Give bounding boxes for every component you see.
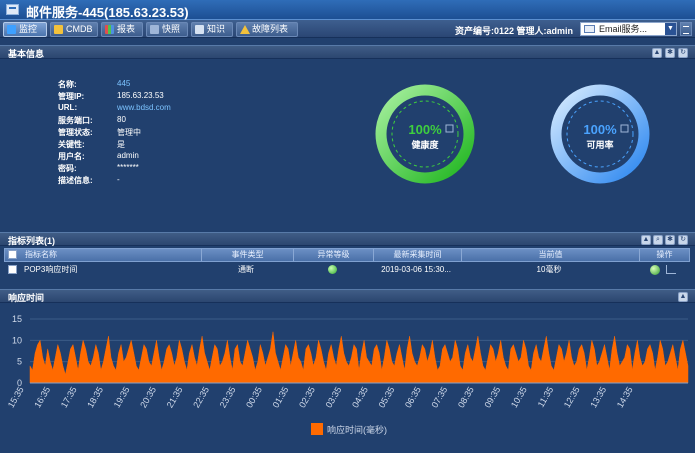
x-tick-label: 15:35 [6,385,26,410]
x-tick-label: 13:35 [588,385,608,410]
tab-cmdb[interactable]: CMDB [50,22,98,37]
row-checkbox[interactable] [8,265,17,274]
severity-cell [292,263,372,277]
tab-knowledge[interactable]: 知识 [191,22,233,37]
tab-fault-list[interactable]: 故障列表 [236,22,298,37]
select-all-checkbox[interactable] [8,250,17,259]
x-tick-label: 18:35 [85,385,105,410]
x-tick-label: 01:35 [271,385,291,410]
x-tick-label: 06:35 [403,385,423,410]
x-axis: 15:35 16:35 17:35 18:35 19:35 20:35 21:35 22:35… [6,382,688,410]
menu-icon[interactable] [680,22,692,36]
y-axis: 051015 [12,314,22,388]
toolbar: 监控 CMDB 报表 快照 知识 故障列表 资产编号:0122 管理人:admi… [0,20,695,38]
severity-ok-icon [327,265,337,275]
col-header-event-type[interactable]: 事件类型 [201,249,293,261]
col-header-value[interactable]: 当前值 [461,249,639,261]
x-tick-label: 05:35 [377,385,397,410]
service-select[interactable]: Email服务... ▼ [580,22,677,36]
series-area [29,331,689,384]
metric-value: 10毫秒 [536,265,562,274]
x-tick-label: 04:35 [350,385,370,410]
collapse-icon[interactable]: ▲ [652,48,662,58]
window-icon [6,4,19,15]
legend[interactable]: 响应时间(毫秒) [311,423,387,435]
status-icon[interactable] [650,264,661,275]
table-header-row: 指标名称 事件类型 异常等级 最新采集时间 当前值 操作 [4,248,690,262]
col-header-name[interactable]: 指标名称 [21,249,201,261]
legend-swatch[interactable] [311,423,323,435]
snapshot-icon [150,25,159,34]
x-tick-label: 08:35 [456,385,476,410]
x-tick-label: 19:35 [112,385,132,410]
x-tick-label: 11:35 [536,385,556,409]
tab-snapshot[interactable]: 快照 [146,22,188,37]
x-tick-label: 16:35 [32,385,52,410]
y-tick-label: 5 [17,357,22,367]
mail-icon [584,25,595,33]
collapse-icon[interactable]: ▲ [641,235,651,245]
trend-chart-icon[interactable] [665,265,676,275]
health-gauge: 100% 健康度 [375,84,475,184]
basic-info-header: 基本信息 ▲ ✱ ↻ [0,45,695,59]
x-tick-label: 02:35 [297,385,317,410]
health-gauge-value: 100% [408,122,442,137]
response-time-header: 响应时间 ▲ [0,289,695,303]
col-header-actions: 操作 [639,249,689,261]
availability-gauge: 100% 可用率 [550,84,650,184]
table-row[interactable]: POP3响应时间 通断 2019-03-06 15:30... 10毫秒 [4,263,690,277]
x-tick-label: 03:35 [324,385,344,410]
chevron-down-icon[interactable]: ▼ [665,23,676,35]
response-time-title: 响应时间 [8,293,45,303]
search-icon[interactable]: ⌕ [653,235,663,245]
service-select-value: Email服务... [599,24,648,34]
report-icon [105,25,114,34]
cmdb-icon [54,25,63,34]
chart-small-icon[interactable] [445,124,454,133]
x-tick-label: 07:35 [429,385,449,410]
health-gauge-label: 健康度 [411,139,439,150]
response-time-panel: 0 5 10 15 15:35 16:35 17:35 18:35 19:35 20:35 21:… [0,304,695,453]
legend-label[interactable]: 响应时间(毫秒) [327,424,387,435]
settings-icon[interactable]: ✱ [665,48,675,58]
x-tick-label: 20:35 [138,385,158,410]
x-tick-label: 09:35 [482,385,502,410]
metric-list-header: 指标列表(1) ▲ ⌕ ✱ ↻ [0,232,695,246]
x-tick-label: 10:35 [509,385,529,410]
title-bar: 邮件服务-445(185.63.23.53) [0,0,695,20]
tab-report[interactable]: 报表 [101,22,143,37]
response-time-chart: 051015 15:35 16:35 17:35 18:35 19:35 20:35 21:… [6,314,689,435]
metric-table: 指标名称 事件类型 异常等级 最新采集时间 当前值 操作 POP3响应时间 通断… [0,246,695,288]
collapse-icon[interactable]: ▲ [678,292,688,302]
availability-gauge-value: 100% [583,122,617,137]
x-tick-label: 14:35 [615,385,635,410]
x-tick-label: 23:35 [218,385,238,410]
y-tick-label: 10 [12,335,22,345]
refresh-icon[interactable]: ↻ [678,235,688,245]
x-tick-label: 17:35 [59,385,79,410]
actions-cell [638,263,688,277]
y-tick-label: 15 [12,314,22,324]
monitor-icon [7,25,16,34]
asset-info: 资产编号:0122 管理人:admin [455,26,574,36]
col-header-severity[interactable]: 异常等级 [293,249,373,261]
gauge-area: 100% 健康度 100% 可用率 [375,84,650,184]
x-tick-label: 00:35 [244,385,264,410]
x-tick-label: 22:35 [191,385,211,410]
chart-small-icon[interactable] [620,124,629,133]
col-header-time[interactable]: 最新采集时间 [373,249,461,261]
metric-time: 2019-03-06 15:30... [381,265,451,274]
basic-info-panel: 名称: 445 管理IP: 185.63.23.53 URL: www.bdsd… [0,59,695,231]
x-tick-label: 12:35 [562,385,582,410]
refresh-icon[interactable]: ↻ [678,48,688,58]
tab-monitor[interactable]: 监控 [3,22,47,37]
warning-icon [240,25,250,34]
window-title: 邮件服务-445(185.63.23.53) [26,5,189,20]
metric-name[interactable]: POP3响应时间 [24,263,200,277]
x-tick-label: 21:35 [165,385,185,410]
availability-gauge-label: 可用率 [586,139,613,150]
knowledge-icon [195,25,204,34]
settings-icon[interactable]: ✱ [665,235,675,245]
metric-event-type: 通断 [238,265,254,274]
